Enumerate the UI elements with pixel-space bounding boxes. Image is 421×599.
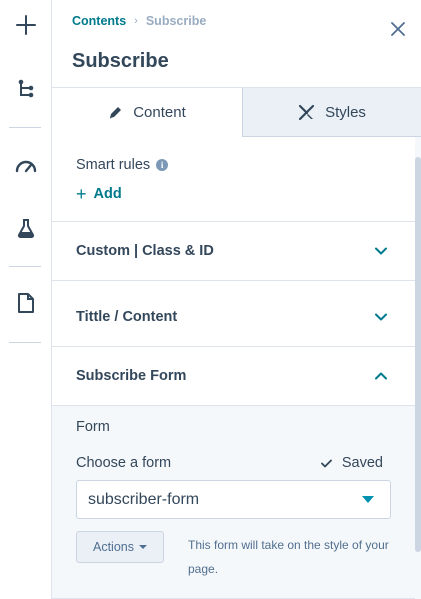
add-plus-icon: + (76, 184, 87, 204)
caret-down-icon (362, 496, 374, 503)
section-custom-class-id[interactable]: Custom | Class & ID (52, 222, 415, 281)
scrollbar-thumb[interactable] (415, 157, 421, 552)
gauge-icon (15, 160, 37, 173)
check-icon (320, 459, 332, 467)
module-editor-panel: Contents › Subscribe Subscribe Content S… (52, 0, 421, 599)
section-subscribe-form[interactable]: Subscribe Form (52, 347, 415, 406)
panel-header: Contents › Subscribe Subscribe (52, 0, 421, 88)
brush-icon (298, 104, 315, 120)
rail-divider (9, 342, 41, 343)
tree-structure-icon (18, 79, 34, 98)
close-button[interactable] (387, 18, 409, 40)
scrollbar[interactable] (415, 137, 421, 599)
close-icon (391, 22, 405, 36)
tab-styles[interactable]: Styles (243, 88, 421, 137)
add-module-button[interactable] (7, 6, 45, 44)
test-button[interactable] (7, 209, 45, 247)
tab-content[interactable]: Content (52, 88, 243, 137)
section-label: Subscribe Form (76, 368, 187, 384)
flask-icon (17, 219, 35, 238)
document-icon (18, 293, 34, 313)
actions-button[interactable]: Actions (76, 531, 164, 563)
pencil-icon (110, 107, 122, 119)
page-title: Subscribe (72, 50, 169, 72)
info-icon[interactable]: i (156, 159, 169, 171)
add-label: Add (93, 186, 122, 202)
add-smart-rule-button[interactable]: + Add (76, 185, 122, 203)
form-style-hint: This form will take on the style of your… (188, 538, 389, 576)
smart-rules-section: Smart rules i + Add (52, 137, 415, 222)
rail-divider (9, 266, 41, 267)
breadcrumb-current: Subscribe (145, 14, 207, 28)
form-select-value: subscriber-form (88, 490, 200, 508)
chevron-down-icon (375, 247, 387, 255)
smart-rules-label: Smart rules i (76, 157, 169, 173)
breadcrumb: Contents › Subscribe (72, 14, 206, 28)
smart-rules-text: Smart rules (76, 157, 151, 173)
left-rail (0, 0, 52, 599)
optimize-button[interactable] (7, 146, 45, 184)
saved-label: Saved (341, 455, 383, 471)
breadcrumb-separator: › (134, 15, 138, 27)
saved-status: Saved (320, 455, 383, 471)
chevron-up-icon (375, 372, 387, 380)
section-title-content[interactable]: Tittle / Content (52, 288, 415, 347)
tab-styles-label: Styles (325, 103, 366, 121)
actions-label: Actions (93, 540, 134, 554)
plus-icon (16, 15, 36, 35)
panel-body: Smart rules i + Add Custom | Class & ID … (52, 137, 415, 599)
section-label: Tittle / Content (76, 309, 178, 325)
tab-content-label: Content (133, 104, 186, 121)
caret-down-icon (139, 545, 147, 549)
chevron-down-icon (375, 313, 387, 321)
subscribe-form-panel: Form Choose a form Saved subscriber-form… (52, 406, 415, 599)
structure-button[interactable] (7, 70, 45, 108)
form-heading: Form (76, 419, 110, 435)
form-select[interactable]: subscriber-form (76, 480, 391, 519)
choose-form-label: Choose a form (76, 455, 172, 471)
section-label: Custom | Class & ID (76, 243, 214, 259)
rail-divider (9, 127, 41, 128)
page-button[interactable] (7, 284, 45, 322)
tab-bar: Content Styles (52, 88, 421, 137)
breadcrumb-contents-link[interactable]: Contents (72, 14, 126, 28)
